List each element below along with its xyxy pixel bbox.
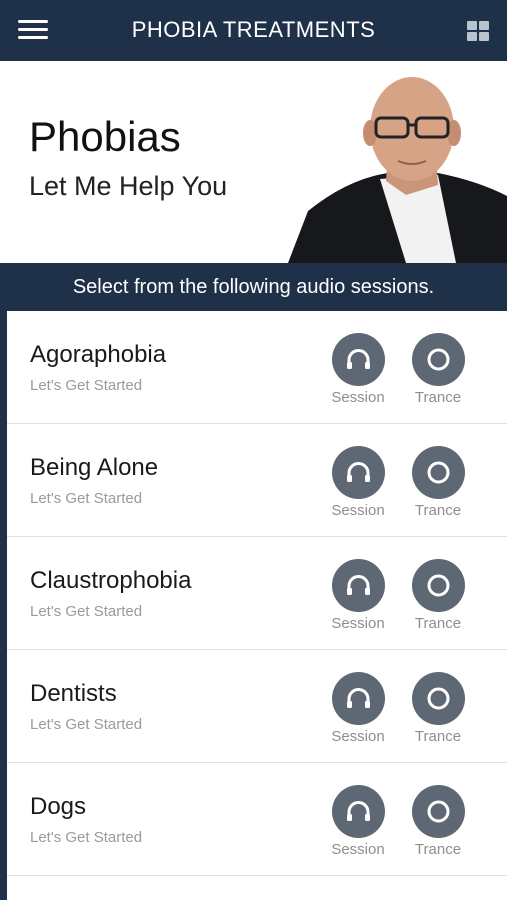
top-bar: PHOBIA TREATMENTS <box>0 0 507 61</box>
instruction-banner: Select from the following audio sessions… <box>0 263 507 311</box>
headphones-icon <box>346 575 370 595</box>
headphones-icon <box>346 801 370 821</box>
hero-subtitle: Let Me Help You <box>29 171 228 201</box>
circle-icon <box>427 800 449 823</box>
session-name: Agoraphobia <box>30 341 167 368</box>
session-subtitle: Let's Get Started <box>30 490 143 507</box>
grid-icon[interactable] <box>467 21 489 41</box>
session-subtitle: Let's Get Started <box>30 716 143 733</box>
session-button[interactable]: Session <box>328 333 388 406</box>
headphones-icon <box>346 462 370 482</box>
session-button[interactable]: Session <box>328 672 388 745</box>
trance-button-label: Trance <box>414 389 462 406</box>
trance-button[interactable]: Trance <box>408 785 468 858</box>
session-button-label: Session <box>331 615 385 632</box>
circle-icon <box>427 687 449 710</box>
list-item[interactable]: Being Alone Let's Get Started Session Tr… <box>7 424 507 537</box>
trance-button[interactable]: Trance <box>408 446 468 519</box>
session-name: Dentists <box>30 680 117 707</box>
session-button[interactable]: Session <box>328 559 388 632</box>
list-item[interactable]: Dentists Let's Get Started Session Tranc… <box>7 650 507 763</box>
session-button[interactable]: Session <box>328 446 388 519</box>
presenter-portrait <box>288 77 507 263</box>
circle-icon <box>427 348 449 371</box>
headphones-icon <box>346 349 370 369</box>
session-button-label: Session <box>331 389 385 406</box>
session-button-label: Session <box>331 728 385 745</box>
hero-section: Phobias Let Me Help You <box>0 61 507 263</box>
session-subtitle: Let's Get Started <box>30 603 143 620</box>
headphones-icon <box>346 688 370 708</box>
trance-button[interactable]: Trance <box>408 559 468 632</box>
session-button-label: Session <box>331 841 385 858</box>
hero-title: Phobias <box>29 113 181 160</box>
list-item[interactable]: Dogs Let's Get Started Session Trance <box>7 763 507 876</box>
session-name: Claustrophobia <box>30 567 192 594</box>
trance-button[interactable]: Trance <box>408 672 468 745</box>
session-name: Being Alone <box>30 454 159 481</box>
trance-button[interactable]: Trance <box>408 333 468 406</box>
trance-button-label: Trance <box>414 615 462 632</box>
session-subtitle: Let's Get Started <box>30 829 143 846</box>
session-button-label: Session <box>331 502 385 519</box>
session-subtitle: Let's Get Started <box>30 377 143 394</box>
list-item[interactable]: Claustrophobia Let's Get Started Session… <box>7 537 507 650</box>
trance-button-label: Trance <box>414 841 462 858</box>
session-name: Dogs <box>30 793 87 820</box>
trance-button-label: Trance <box>414 728 462 745</box>
page-title: PHOBIA TREATMENTS <box>131 17 376 42</box>
circle-icon <box>427 574 449 597</box>
session-button[interactable]: Session <box>328 785 388 858</box>
circle-icon <box>427 461 449 484</box>
list-item[interactable]: Agoraphobia Let's Get Started Session Tr… <box>7 311 507 424</box>
trance-button-label: Trance <box>414 502 462 519</box>
session-list: Agoraphobia Let's Get Started Session Tr… <box>7 311 507 900</box>
